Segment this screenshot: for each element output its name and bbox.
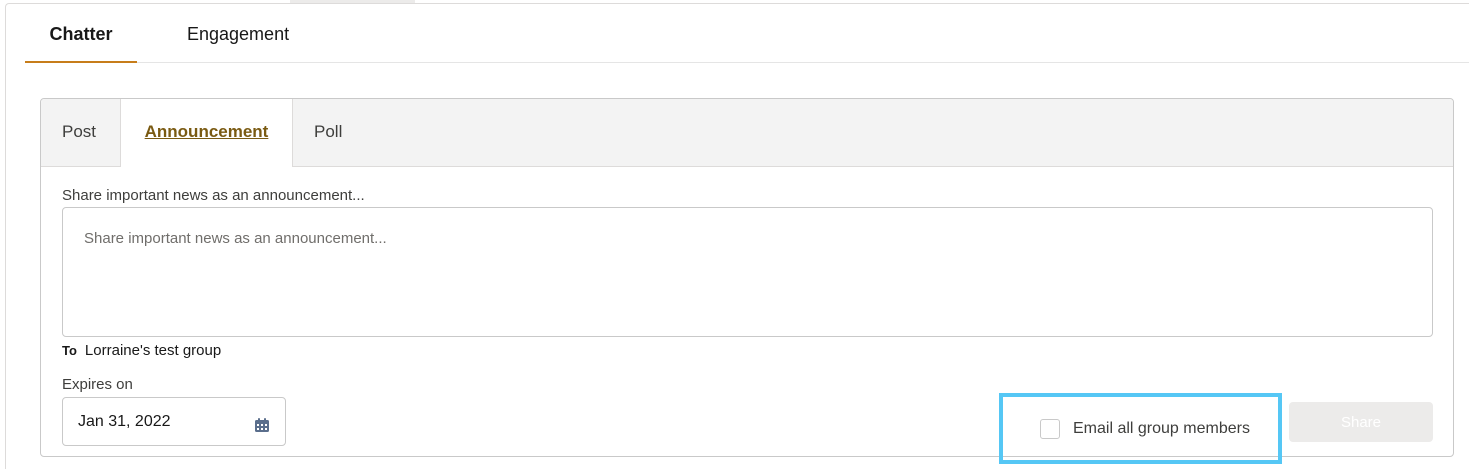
recipient-group: Lorraine's test group bbox=[84, 342, 222, 359]
recipient-row: To Lorraine's test group bbox=[62, 342, 221, 359]
main-tab-bar: Chatter Engagement bbox=[25, 4, 1469, 63]
publisher-tab-poll[interactable]: Poll bbox=[314, 99, 342, 166]
expires-date-input[interactable]: Jan 31, 2022 bbox=[62, 397, 286, 446]
tab-engagement[interactable]: Engagement bbox=[187, 4, 289, 62]
publisher-tab-bar: Post Announcement Poll bbox=[41, 99, 1453, 167]
publisher-tab-post[interactable]: Post bbox=[62, 99, 96, 166]
share-button[interactable]: Share bbox=[1289, 402, 1433, 442]
tab-chatter[interactable]: Chatter bbox=[25, 4, 137, 63]
email-all-members-label[interactable]: Email all group members bbox=[1073, 420, 1250, 438]
email-all-members-checkbox[interactable] bbox=[1040, 419, 1060, 439]
email-option-highlight: Email all group members bbox=[999, 393, 1282, 464]
expires-date-value: Jan 31, 2022 bbox=[78, 413, 171, 430]
calendar-icon[interactable] bbox=[254, 417, 270, 433]
announcement-textarea[interactable]: Share important news as an announcement.… bbox=[62, 207, 1433, 337]
publisher-tab-announcement[interactable]: Announcement bbox=[120, 99, 293, 167]
expires-on-label: Expires on bbox=[62, 376, 133, 393]
announcement-field-label: Share important news as an announcement.… bbox=[62, 187, 365, 204]
announcement-placeholder: Share important news as an announcement.… bbox=[84, 230, 387, 247]
to-label: To bbox=[62, 343, 77, 358]
page: Chatter Engagement Post Announcement Pol… bbox=[0, 0, 1469, 469]
